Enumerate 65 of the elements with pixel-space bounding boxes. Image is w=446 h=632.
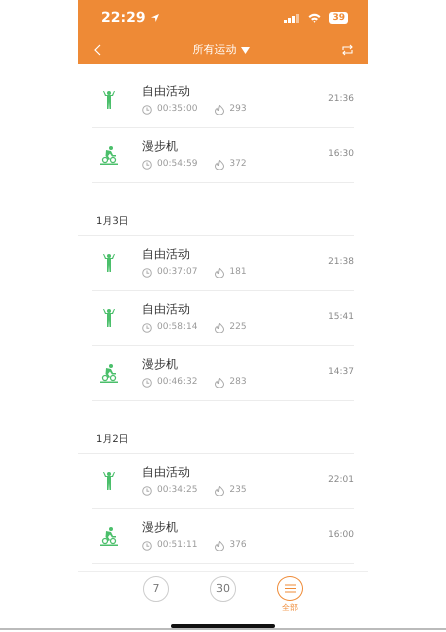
menu-tab[interactable] xyxy=(277,576,303,601)
exercise-bike-icon xyxy=(99,526,119,546)
switch-icon[interactable] xyxy=(341,44,354,56)
activity-name: 自由活动 xyxy=(142,301,191,318)
duration: 00:34:25 xyxy=(157,484,198,498)
calories: 235 xyxy=(229,484,247,498)
calories: 181 xyxy=(229,266,247,280)
clock-icon xyxy=(142,541,152,551)
calories: 293 xyxy=(229,103,247,116)
back-icon[interactable] xyxy=(94,44,101,56)
person-icon xyxy=(102,471,116,491)
start-time: 21:38 xyxy=(328,256,354,270)
flame-icon xyxy=(215,486,224,496)
duration: 00:58:14 xyxy=(157,321,198,334)
exercise-bike-icon xyxy=(99,363,119,383)
location-arrow-icon xyxy=(150,13,160,23)
person-icon xyxy=(102,90,116,110)
battery-level: 39 xyxy=(329,12,348,24)
flame-icon xyxy=(215,268,224,278)
calories: 283 xyxy=(229,376,247,390)
dropdown-icon[interactable] xyxy=(240,46,250,54)
date-header: 1月2日 xyxy=(96,433,129,447)
duration: 00:51:11 xyxy=(157,539,198,552)
menu-icon xyxy=(284,584,296,593)
clock-icon xyxy=(142,105,152,115)
activity-name: 漫步机 xyxy=(142,519,179,536)
period-tab[interactable]: 7 xyxy=(143,576,169,602)
activity-name: 自由活动 xyxy=(142,246,191,262)
date-header: 1月3日 xyxy=(96,215,129,229)
flame-icon xyxy=(215,323,224,333)
tab-caption: 全部 xyxy=(282,602,298,614)
duration: 00:54:59 xyxy=(157,158,198,172)
flame-icon xyxy=(215,378,224,388)
start-time: 14:37 xyxy=(328,366,354,380)
calories: 376 xyxy=(229,539,247,552)
duration: 00:46:32 xyxy=(157,376,198,390)
calories: 225 xyxy=(229,321,247,334)
flame-icon xyxy=(215,105,224,115)
start-time: 21:36 xyxy=(328,93,354,106)
start-time: 22:01 xyxy=(328,474,354,488)
start-time: 15:41 xyxy=(328,311,354,324)
activity-name: 漫步机 xyxy=(142,356,179,372)
signal-icon xyxy=(284,14,300,22)
period-tab[interactable]: 30 xyxy=(210,576,236,602)
exercise-bike-icon xyxy=(99,145,119,165)
duration: 00:35:00 xyxy=(157,103,198,116)
flame-icon xyxy=(215,541,224,551)
person-icon xyxy=(102,308,116,328)
clock-icon xyxy=(142,378,152,388)
calories: 372 xyxy=(229,158,247,172)
person-icon xyxy=(102,253,116,273)
duration: 00:37:07 xyxy=(157,266,198,280)
clock-icon xyxy=(142,323,152,333)
clock-time: 22:29 xyxy=(101,8,146,28)
nav-title[interactable]: 所有运动 xyxy=(192,42,236,58)
clock-icon xyxy=(142,268,152,278)
wifi-icon xyxy=(308,13,322,23)
clock-icon xyxy=(142,160,152,170)
activity-name: 漫步机 xyxy=(142,138,179,154)
flame-icon xyxy=(215,160,224,170)
start-time: 16:00 xyxy=(328,529,354,542)
activity-name: 自由活动 xyxy=(142,464,191,480)
clock-icon xyxy=(142,486,152,496)
activity-name: 自由活动 xyxy=(142,83,191,100)
start-time: 16:30 xyxy=(328,148,354,162)
